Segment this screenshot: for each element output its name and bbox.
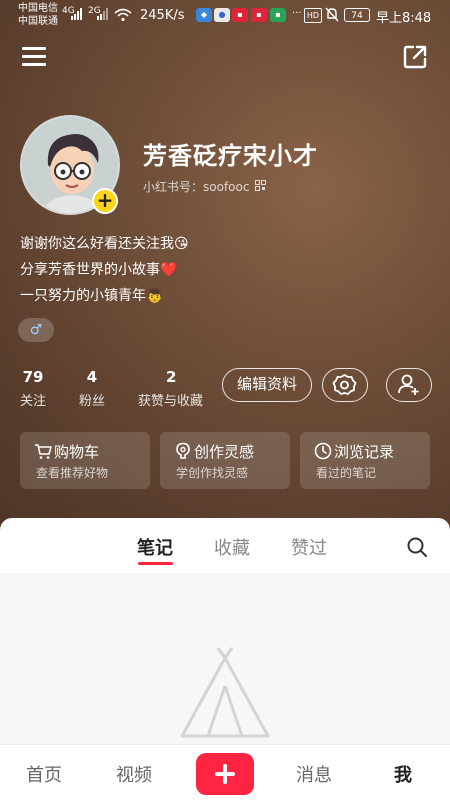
nav-messages[interactable]: 消息 — [296, 761, 332, 787]
card-title: 创作灵感 — [194, 443, 255, 461]
cart-icon — [35, 444, 52, 459]
stat-followers[interactable]: 4 粉丝 — [79, 368, 105, 409]
card-subtitle: 查看推荐好物 — [36, 466, 109, 480]
mute-bell-icon — [325, 7, 339, 22]
app-notification-icon: ◆ — [196, 8, 212, 22]
stat-num: 4 — [86, 368, 98, 386]
carrier-names: 中国电信 中国联通 — [18, 2, 58, 28]
tab-collections[interactable]: 收藏 — [214, 534, 250, 560]
stat-num: 79 — [22, 368, 44, 386]
nav-home[interactable]: 首页 — [26, 761, 62, 787]
add-avatar-button[interactable]: + — [92, 188, 118, 214]
app-notification-icon: ▪ — [251, 8, 267, 22]
nav-video[interactable]: 视频 — [116, 761, 152, 787]
card-subtitle: 看过的笔记 — [316, 466, 377, 480]
card-title: 浏览记录 — [334, 443, 395, 461]
app-notification-icon: ● — [214, 8, 230, 22]
clock: 早上8:48 — [376, 11, 432, 26]
nav-me[interactable]: 我 — [394, 761, 412, 787]
add-friend-button[interactable] — [386, 368, 432, 402]
signal-icon — [71, 8, 82, 20]
menu-icon[interactable] — [22, 47, 46, 67]
card-title: 购物车 — [54, 443, 100, 461]
bottom-nav: 首页 视频 消息 我 — [0, 744, 450, 801]
settings-button[interactable] — [322, 368, 368, 402]
card-shopping-cart[interactable]: 购物车 查看推荐好物 — [20, 432, 150, 489]
card-subtitle: 学创作找灵感 — [176, 466, 249, 480]
bio-line-3: 一只努力的小镇青年👦 — [20, 288, 164, 304]
stat-label: 粉丝 — [79, 394, 106, 409]
stat-following[interactable]: 79 关注 — [20, 368, 46, 409]
create-post-button[interactable] — [196, 753, 254, 795]
clock-icon — [314, 442, 332, 460]
app-notification-icon: ▪ — [270, 8, 286, 22]
wifi-icon — [114, 8, 132, 22]
edit-profile-button[interactable]: 编辑资料 — [222, 368, 312, 402]
profile-header: 中国电信 中国联通 4G 2G 245K/s ◆ ● ▪ ▪ ▪ ··· HD … — [0, 0, 450, 540]
search-icon[interactable] — [406, 536, 428, 558]
app-notification-icon: ▪ — [232, 8, 248, 22]
plus-icon-h — [215, 772, 235, 776]
hd-badge: HD — [304, 8, 322, 23]
carrier-2: 中国联通 — [18, 16, 58, 27]
bio-line-1: 谢谢你这么好看还关注我😘 — [20, 236, 189, 252]
more-icon: ··· — [292, 8, 302, 19]
qr-code-icon[interactable] — [255, 180, 266, 191]
card-history[interactable]: 浏览记录 看过的笔记 — [300, 432, 430, 489]
empty-tent-icon — [180, 647, 270, 738]
gear-icon — [332, 374, 357, 395]
content-tabs: 笔记 收藏 赞过 — [0, 518, 450, 575]
active-tab-indicator — [138, 562, 173, 565]
status-bar: 中国电信 中国联通 4G 2G 245K/s ◆ ● ▪ ▪ ▪ ··· HD … — [0, 0, 450, 32]
red-id: 小红书号：soofooc — [143, 180, 250, 194]
tab-liked[interactable]: 赞过 — [291, 534, 327, 560]
battery-indicator: 74 — [344, 8, 370, 22]
network-speed: 245K/s — [140, 8, 185, 23]
stat-likes[interactable]: 2 获赞与收藏 — [138, 368, 203, 409]
lightbulb-icon — [176, 442, 190, 459]
add-user-icon — [398, 374, 419, 395]
share-icon[interactable] — [402, 44, 428, 70]
stat-label: 获赞与收藏 — [138, 394, 204, 409]
carrier-1: 中国电信 — [18, 3, 58, 14]
nickname: 芳香砭疗宋小才 — [143, 142, 318, 170]
bio-line-2: 分享芳香世界的小故事❤️ — [20, 262, 178, 278]
stat-num: 2 — [166, 368, 177, 386]
signal-icon — [97, 8, 108, 20]
stat-label: 关注 — [20, 394, 47, 409]
tab-notes[interactable]: 笔记 — [137, 534, 173, 560]
card-inspiration[interactable]: 创作灵感 学创作找灵感 — [160, 432, 290, 489]
gender-tag: ♂ — [18, 318, 54, 342]
